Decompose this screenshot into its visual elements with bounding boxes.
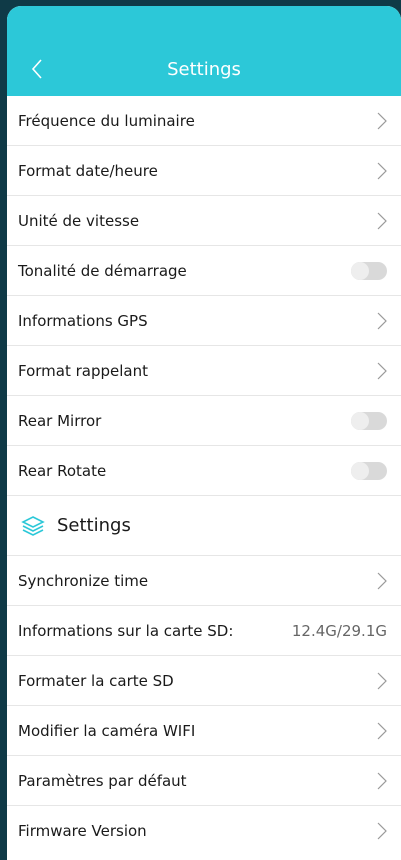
setting-row-wifi[interactable]: Modifier la caméra WIFI [7,706,401,756]
section-title: Settings [57,515,131,536]
setting-label: Format date/heure [18,161,158,180]
rear-rotate-toggle[interactable] [351,461,387,480]
chevron-right-icon [377,312,387,330]
back-button[interactable] [25,54,49,84]
chevron-right-icon [377,722,387,740]
setting-row-gps[interactable]: Informations GPS [7,296,401,346]
setting-row-rear-rotate: Rear Rotate [7,446,401,496]
chevron-right-icon [377,772,387,790]
setting-label: Firmware Version [18,822,147,840]
setting-row-startup-tone: Tonalité de démarrage [7,246,401,296]
setting-label: Synchronize time [18,571,149,590]
chevron-right-icon [377,672,387,690]
setting-label: Unité de vitesse [18,211,140,230]
setting-label: Tonalité de démarrage [18,261,187,280]
setting-label: Rear Mirror [18,411,102,430]
section-header: Settings [7,496,401,556]
status-bar [7,6,401,42]
chevron-right-icon [377,212,387,230]
setting-row-reminder-format[interactable]: Format rappelant [7,346,401,396]
setting-label: Informations GPS [18,311,148,330]
chevron-right-icon [377,362,387,380]
setting-label: Paramètres par défaut [18,771,187,790]
chevron-right-icon [377,572,387,590]
setting-row-rear-mirror: Rear Mirror [7,396,401,446]
chevron-right-icon [377,112,387,130]
layers-icon [21,513,47,539]
app-header: Settings [7,42,401,96]
setting-row-frequence[interactable]: Fréquence du luminaire [7,96,401,146]
setting-row-sd-info: Informations sur la carte SD: 12.4G/29.1… [7,606,401,656]
setting-label: Modifier la caméra WIFI [18,721,196,740]
setting-label: Rear Rotate [18,461,107,480]
sd-capacity-value: 12.4G/29.1G [291,621,387,640]
settings-screen: Settings Fréquence du luminaire Format d… [7,6,401,860]
setting-label: Fréquence du luminaire [18,111,195,130]
setting-label: Format rappelant [18,361,149,380]
setting-row-format-sd[interactable]: Formater la carte SD [7,656,401,706]
chevron-left-icon [31,59,42,79]
startup-tone-toggle[interactable] [351,261,387,280]
setting-row-speed-unit[interactable]: Unité de vitesse [7,196,401,246]
rear-mirror-toggle[interactable] [351,411,387,430]
setting-row-sync-time[interactable]: Synchronize time [7,556,401,606]
chevron-right-icon [377,822,387,840]
setting-label: Formater la carte SD [18,671,174,690]
setting-label: Informations sur la carte SD: [18,621,234,640]
chevron-right-icon [377,162,387,180]
setting-row-firmware[interactable]: Firmware Version [7,806,401,856]
setting-row-defaults[interactable]: Paramètres par défaut [7,756,401,806]
page-title: Settings [167,58,241,80]
setting-row-date-format[interactable]: Format date/heure [7,146,401,196]
